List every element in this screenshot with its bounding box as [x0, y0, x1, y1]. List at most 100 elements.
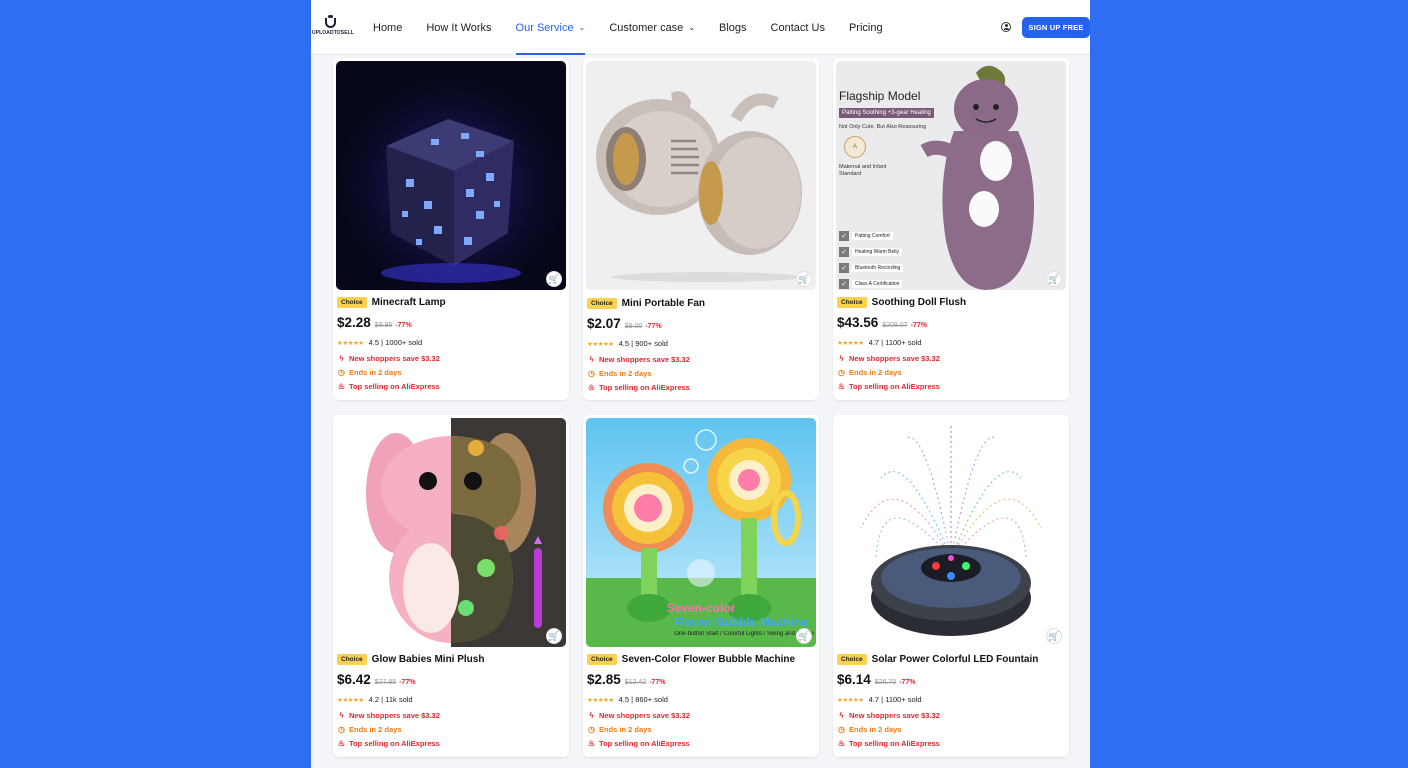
add-to-cart-icon[interactable]: 🛒: [796, 628, 812, 644]
add-to-cart-icon[interactable]: 🛒: [546, 271, 562, 287]
product-card[interactable]: Seven-color Flower Bubble Machine One-bu…: [583, 415, 819, 757]
feature-item: ✓ Bluetooth Recording: [839, 260, 904, 276]
nav-contact-us[interactable]: Contact Us: [771, 0, 825, 55]
product-image[interactable]: 🛒: [586, 61, 816, 290]
product-card[interactable]: 🛒 Choice Minecraft Lamp $2.28 $9.95 -77%…: [333, 58, 569, 400]
top-selling-line: ♨ Top selling on AliExpress: [587, 383, 690, 392]
signup-button[interactable]: SIGN UP FREE: [1022, 17, 1090, 38]
choice-badge: Choice: [337, 297, 367, 308]
product-card[interactable]: Flagship Model Patting Soothing +3-gear …: [833, 58, 1069, 400]
discount: -77%: [399, 679, 416, 686]
discount: -77%: [899, 679, 916, 686]
rating-row: ★★★★★ 4.7 | 1100+ sold: [837, 695, 922, 704]
product-image[interactable]: 🛒: [336, 418, 566, 647]
add-to-cart-icon[interactable]: 🛒: [1046, 628, 1062, 644]
product-image[interactable]: 🛒: [836, 418, 1066, 647]
feature-item: ✓ Patting Comfort: [839, 228, 903, 244]
feature-label: Bluetooth Recording: [852, 264, 904, 272]
nav-our-service[interactable]: Our Service ⌄: [515, 0, 586, 55]
product-card[interactable]: 🛒 Choice Solar Power Colorful LED Founta…: [833, 415, 1069, 757]
ends-line: ◷ Ends in 2 days: [337, 725, 402, 734]
product-name[interactable]: Soothing Doll Flush: [872, 297, 966, 308]
product-card[interactable]: 🛒 Choice Mini Portable Fan $2.07 $9.00 -…: [583, 58, 819, 400]
rating-row: ★★★★★ 4.5 | 1000+ sold: [337, 338, 423, 347]
product-image[interactable]: Flagship Model Patting Soothing +3-gear …: [836, 61, 1066, 290]
logo[interactable]: UPLOADTOSELL: [311, 15, 354, 38]
overlay-line3: One-button Start / Colorful Lights / Swi…: [674, 631, 814, 637]
main-nav: Home How It Works Our Service ⌄ Customer …: [373, 0, 907, 55]
promo-line: ϟ New shoppers save $3.32: [337, 711, 440, 720]
product-card[interactable]: 🛒 Choice Glow Babies Mini Plush $6.42 $2…: [333, 415, 569, 757]
nav-label: Blogs: [719, 21, 747, 34]
price-row: $6.14 $26.70 -77%: [837, 672, 916, 687]
ends-text: Ends in 2 days: [599, 369, 652, 378]
lightning-icon: ϟ: [839, 354, 844, 363]
sold-count: 1000+ sold: [385, 338, 423, 347]
ends-line: ◷ Ends in 2 days: [837, 725, 902, 734]
price: $6.42: [337, 672, 371, 687]
logo-text: UPLOADTOSELL: [312, 30, 354, 36]
fire-icon: ♨: [337, 382, 346, 391]
discount: -77%: [910, 322, 927, 329]
choice-badge: Choice: [837, 654, 867, 665]
clock-icon: ◷: [588, 725, 595, 734]
product-name[interactable]: Minecraft Lamp: [372, 297, 446, 308]
rating-row: ★★★★★ 4.5 | 860+ sold: [587, 695, 668, 704]
nav-blogs[interactable]: Blogs: [719, 0, 747, 55]
star-rating-icon: ★★★★★: [837, 696, 864, 704]
promo-text: New shoppers save $3.32: [849, 354, 940, 363]
product-image[interactable]: 🛒: [336, 61, 566, 290]
discount: -77%: [649, 679, 666, 686]
product-title-row: Choice Soothing Doll Flush: [837, 297, 966, 308]
original-price: $9.00: [624, 323, 643, 330]
nav-label: Contact Us: [770, 21, 825, 34]
overlay-desc: Not Only Cute, But Also Reassuring: [839, 124, 927, 130]
check-icon: ✓: [839, 279, 849, 289]
top-selling-text: Top selling on AliExpress: [849, 739, 940, 748]
product-name[interactable]: Seven-Color Flower Bubble Machine: [622, 654, 795, 665]
nav-how-it-works[interactable]: How It Works: [426, 0, 491, 55]
promo-text: New shoppers save $3.32: [599, 355, 690, 364]
product-name[interactable]: Glow Babies Mini Plush: [372, 654, 485, 665]
ends-text: Ends in 2 days: [599, 725, 652, 734]
check-icon: ✓: [839, 231, 849, 241]
promo-line: ϟ New shoppers save $3.32: [837, 354, 940, 363]
fire-icon: ♨: [587, 383, 596, 392]
nav-pricing[interactable]: Pricing: [849, 0, 883, 55]
choice-badge: Choice: [587, 298, 617, 309]
price: $2.07: [587, 316, 621, 331]
add-to-cart-icon[interactable]: 🛒: [1046, 271, 1062, 287]
choice-badge: Choice: [837, 297, 867, 308]
feature-label: Class A Certification: [852, 280, 903, 288]
lightning-icon: ϟ: [339, 354, 344, 363]
price-row: $2.07 $9.00 -77%: [587, 316, 662, 331]
rating-value: 4.7: [868, 338, 880, 347]
promo-text: New shoppers save $3.32: [599, 711, 690, 720]
price: $2.85: [587, 672, 621, 687]
price: $2.28: [337, 315, 371, 330]
add-to-cart-icon[interactable]: 🛒: [796, 271, 812, 287]
top-selling-text: Top selling on AliExpress: [599, 383, 690, 392]
user-icon[interactable]: [1001, 22, 1011, 32]
promo-text: New shoppers save $3.32: [349, 711, 440, 720]
promo-line: ϟ New shoppers save $3.32: [587, 355, 690, 364]
sold-count: 11k sold: [385, 695, 413, 704]
feature-label: Patting Comfort: [852, 232, 893, 240]
product-image[interactable]: Seven-color Flower Bubble Machine One-bu…: [586, 418, 816, 647]
ends-text: Ends in 2 days: [349, 725, 402, 734]
star-rating-icon: ★★★★★: [337, 339, 364, 347]
add-to-cart-icon[interactable]: 🛒: [546, 628, 562, 644]
top-navbar: UPLOADTOSELL Home How It Works Our Servi…: [311, 0, 1090, 55]
product-name[interactable]: Mini Portable Fan: [622, 298, 705, 309]
nav-customer-case[interactable]: Customer case ⌄: [609, 0, 695, 55]
glow-plush-image: [336, 418, 566, 647]
rating-value: 4.2: [368, 695, 380, 704]
nav-home[interactable]: Home: [373, 0, 402, 55]
overlay-subtitle: Patting Soothing +3-gear Heating: [839, 108, 934, 118]
product-name[interactable]: Solar Power Colorful LED Fountain: [872, 654, 1039, 665]
price: $43.56: [837, 315, 879, 330]
check-icon: ✓: [839, 263, 849, 273]
top-selling-text: Top selling on AliExpress: [349, 382, 440, 391]
chevron-down-icon: ⌄: [578, 23, 586, 32]
top-selling-line: ♨ Top selling on AliExpress: [837, 382, 940, 391]
